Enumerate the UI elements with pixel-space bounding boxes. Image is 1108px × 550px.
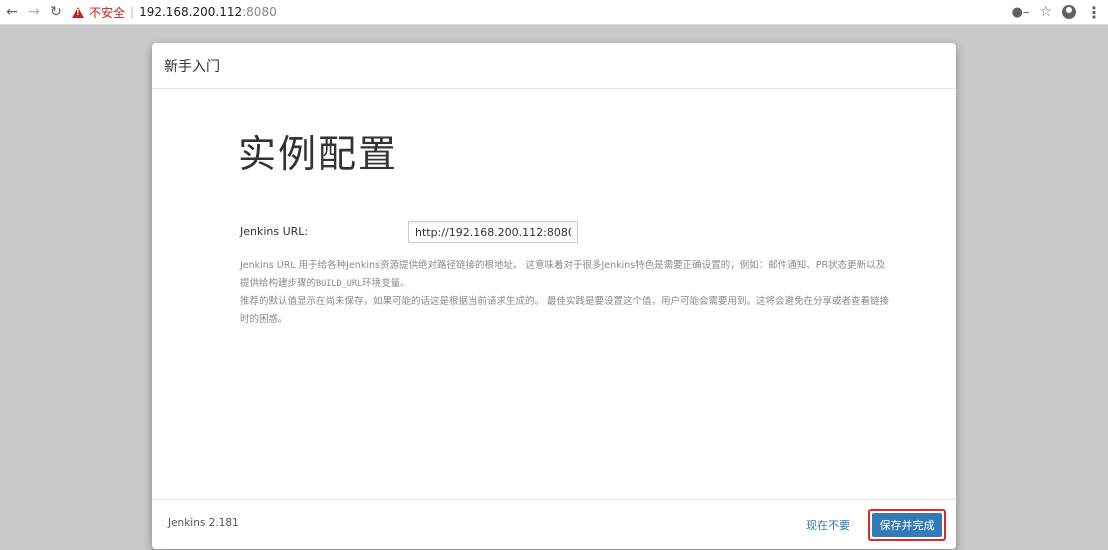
dialog-header: 新手入门 [152, 43, 956, 89]
version-label: Jenkins 2.181 [168, 517, 239, 529]
save-and-finish-button[interactable]: 保存并完成 [868, 509, 946, 541]
bookmark-star-icon[interactable]: ☆ [1039, 4, 1052, 20]
menu-dots-icon[interactable]: ⋮ [1086, 3, 1102, 22]
back-arrow-icon[interactable]: ← [2, 2, 22, 22]
not-now-link[interactable]: 现在不要 [806, 517, 850, 533]
help-code-build-url: BUILD_URL [316, 279, 363, 289]
page-title: 实例配置 [238, 132, 399, 176]
url-port: :8080 [242, 5, 277, 19]
jenkins-url-input[interactable] [408, 221, 578, 243]
dialog-title: 新手入门 [164, 58, 220, 75]
reload-icon[interactable]: ↻ [46, 2, 66, 22]
browser-actions: ●– ☆ ⋮ [1012, 0, 1102, 24]
dialog-body: 实例配置 Jenkins URL: Jenkins URL 用于给各种Jenki… [152, 89, 956, 499]
dialog-footer: Jenkins 2.181 现在不要 保存并完成 [152, 499, 956, 549]
help-text-2: 推荐的默认值显示在尚未保存，如果可能的话这是根据当前请求生成的。 最佳实践是要设… [240, 296, 890, 325]
forward-arrow-icon[interactable]: → [24, 2, 44, 22]
jenkins-url-label: Jenkins URL: [240, 225, 309, 238]
address-separator: | [130, 5, 135, 19]
help-text-1: Jenkins URL 用于给各种Jenkins资源提供绝对路径链接的根地址。 … [240, 257, 890, 293]
insecure-label[interactable]: 不安全 [89, 4, 125, 21]
account-icon[interactable] [1062, 5, 1076, 19]
key-icon[interactable]: ●– [1012, 5, 1030, 20]
address-bar[interactable]: 不安全 | 192.168.200.112:8080 [72, 2, 277, 22]
help-text-1b: 环境变量。 [362, 278, 410, 289]
setup-wizard-dialog: 新手入门 实例配置 Jenkins URL: Jenkins URL 用于给各种… [152, 43, 956, 549]
url-host: 192.168.200.112 [139, 5, 243, 19]
browser-toolbar: ← → ↻ 不安全 | 192.168.200.112:8080 ●– ☆ ⋮ [0, 0, 1108, 25]
warning-icon [72, 6, 84, 18]
save-and-finish-label: 保存并完成 [872, 513, 942, 537]
